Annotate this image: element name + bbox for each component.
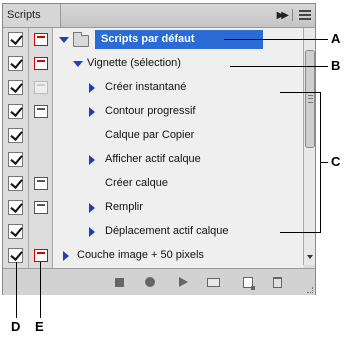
callout-line-d (16, 262, 17, 318)
command-label: Afficher actif calque (105, 153, 201, 165)
command-row[interactable]: Afficher actif calque (3, 148, 303, 172)
check-icon[interactable] (8, 128, 23, 143)
panel-footer (3, 268, 315, 295)
dialog-toggle-icon[interactable] (34, 57, 48, 70)
callout-line-b (230, 66, 328, 67)
trash-icon[interactable] (273, 277, 282, 288)
check-icon[interactable] (8, 176, 23, 191)
command-row[interactable]: Remplir (3, 196, 303, 220)
play-icon[interactable] (179, 277, 188, 287)
callout-line-c-top (280, 92, 320, 93)
callout-d: D (11, 319, 21, 334)
dialog-toggle-icon[interactable] (34, 249, 48, 262)
expand-triangle-icon[interactable] (89, 107, 95, 117)
dialog-toggle-icon[interactable] (34, 81, 48, 94)
panel-menu-icon[interactable] (299, 10, 311, 20)
callout-c: C (331, 154, 341, 169)
new-action-icon[interactable] (243, 277, 255, 290)
scripts-panel: Scripts ▶▶ Scripts par défaut Vignette (… (2, 3, 316, 295)
dialog-toggle-icon[interactable] (34, 201, 48, 214)
actions-list: Scripts par défaut Vignette (sélection) … (3, 28, 303, 268)
expand-triangle-icon[interactable] (73, 61, 83, 67)
callout-line-c-mid (320, 162, 328, 163)
expand-triangle-icon[interactable] (89, 227, 95, 237)
expand-triangle-icon[interactable] (63, 251, 69, 261)
action-set-label: Scripts par défaut (101, 33, 195, 45)
command-label: Créer calque (105, 177, 168, 189)
stop-icon[interactable] (115, 278, 124, 287)
check-icon[interactable] (8, 152, 23, 167)
action-label: Vignette (sélection) (87, 57, 181, 69)
check-icon[interactable] (8, 200, 23, 215)
resize-grip-icon[interactable] (307, 287, 313, 293)
action-row[interactable]: Vignette (sélection) (3, 52, 303, 76)
scrollbar-thumb[interactable] (305, 50, 315, 148)
command-label: Calque par Copier (105, 129, 195, 141)
command-label: Déplacement actif calque (105, 225, 229, 237)
command-label: Remplir (105, 201, 143, 213)
header-divider (292, 9, 293, 21)
expand-triangle-icon[interactable] (89, 155, 95, 165)
command-row[interactable]: Calque par Copier (3, 124, 303, 148)
command-label: Contour progressif (105, 105, 196, 117)
callout-line-a (224, 39, 328, 40)
check-icon[interactable] (8, 56, 23, 71)
check-icon[interactable] (8, 80, 23, 95)
record-icon[interactable] (145, 277, 155, 287)
dialog-toggle-icon[interactable] (34, 105, 48, 118)
check-icon[interactable] (8, 104, 23, 119)
check-icon[interactable] (8, 32, 23, 47)
callout-a: A (331, 31, 341, 46)
command-row[interactable]: Créer instantané (3, 76, 303, 100)
vertical-scrollbar[interactable] (303, 28, 315, 265)
command-row[interactable]: Déplacement actif calque (3, 220, 303, 244)
callout-line-e (40, 262, 41, 318)
forward-icon[interactable]: ▶▶ (277, 10, 290, 21)
grip-icon (308, 95, 313, 103)
action-row[interactable]: Couche image + 50 pixels (3, 244, 303, 268)
action-set-row[interactable]: Scripts par défaut (3, 28, 303, 52)
tab-scripts[interactable]: Scripts (3, 4, 61, 27)
command-row[interactable]: Contour progressif (3, 100, 303, 124)
panel-header: Scripts ▶▶ (3, 4, 315, 28)
command-row[interactable]: Créer calque (3, 172, 303, 196)
expand-triangle-icon[interactable] (59, 37, 69, 43)
command-label: Créer instantané (105, 81, 187, 93)
expand-triangle-icon[interactable] (89, 203, 95, 213)
callout-line-c-bottom (280, 232, 320, 233)
callout-b: B (331, 58, 341, 73)
dialog-toggle-icon[interactable] (34, 177, 48, 190)
check-icon[interactable] (8, 248, 23, 263)
scroll-down-icon[interactable] (307, 255, 313, 259)
expand-triangle-icon[interactable] (89, 83, 95, 93)
callout-e: E (35, 319, 44, 334)
dialog-toggle-icon[interactable] (34, 33, 48, 46)
new-set-icon[interactable] (207, 278, 220, 287)
action-label: Couche image + 50 pixels (77, 249, 204, 261)
folder-icon (73, 32, 89, 47)
check-icon[interactable] (8, 224, 23, 239)
